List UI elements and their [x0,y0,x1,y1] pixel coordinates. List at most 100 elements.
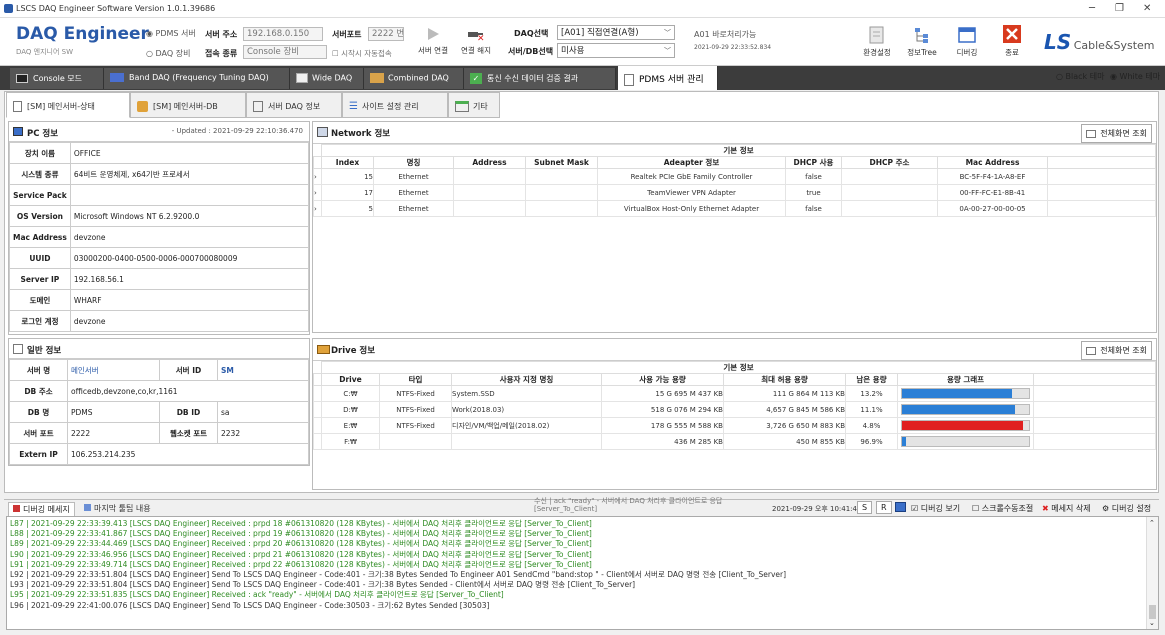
table-cell: false [785,200,842,217]
s-button[interactable]: S [857,501,873,514]
tab-server-daq-info[interactable]: 서버 DAQ 정보 [246,92,342,118]
drive-table: 기본 정보 Drive 타입 사용자 지정 명칭 사용 가능 용량 최대 허용 용량 남은… [313,361,1156,450]
cell-key: 장치 이름 [9,142,71,164]
cell-key: 웹소켓 포트 [159,422,218,444]
table-row[interactable]: › 17 Ethernet TeamViewer VPN Adapter true 00-… [313,184,1156,201]
network-title: Network 정보 [331,129,391,139]
table-row: 서버 포트 2222 웹소켓 포트 2232 [9,422,309,444]
daq-device-label: DAQ 장비 [155,49,191,58]
save-icon[interactable] [895,502,906,512]
table-row[interactable]: F:₩ 436 M 285 KB 450 M 855 KB 96.9% [313,433,1156,450]
cell-value: sa [217,401,309,423]
cell-filler [1033,401,1156,418]
env-settings-button[interactable]: 환경설정 [858,26,896,58]
server-port-input[interactable]: 2222 번 [368,27,404,41]
tab-wide-daq[interactable]: Wide DAQ [290,68,364,89]
tab-label: Wide DAQ [312,73,353,83]
black-theme-radio[interactable]: ○ Black 테마 [1056,72,1104,81]
minimize-button[interactable]: ─ [1089,3,1095,14]
column-header: 사용자 지정 명칭 [451,373,602,386]
maximize-button[interactable]: ❐ [1115,3,1124,14]
exit-button[interactable]: 종료 [995,24,1029,58]
server-db-dropdown[interactable]: 미사용 ﹀ [557,43,675,58]
log-line: L90 | 2021-09-29 22:33:46.956 [LSCS DAQ … [10,549,592,559]
tab-etc[interactable]: 기타 [448,92,500,118]
auto-connect-checkbox[interactable]: ☐ 시작시 자동접속 [332,48,392,59]
tab-sm-main-status[interactable]: [SM] 메인서버-상태 [6,92,130,118]
table-cell: 518 G 076 M 294 KB [601,401,724,418]
table-cell: Work(2018.03) [451,401,602,418]
scroll-down-icon[interactable]: ⌄ [1149,619,1155,627]
general-info-title: 일반 정보 [27,346,62,356]
log-line: L91 | 2021-09-29 22:33:49.714 [LSCS DAQ … [10,559,592,569]
tab-combined-daq[interactable]: Combined DAQ [364,68,464,89]
tab-site-settings[interactable]: ☰ 사이트 설정 관리 [342,92,448,118]
daq-device-radio[interactable]: ○ DAQ 장비 [146,48,190,59]
tab-sm-main-db[interactable]: [SM] 메인서버-DB [130,92,246,118]
table-cell [525,184,598,201]
app-icon [4,4,13,13]
tab-pdms-server[interactable]: PDMS 서버 관리 [618,66,718,90]
debug-view-checkbox[interactable]: ☑ 디버깅 보기 [911,503,960,514]
row-selector[interactable]: › [313,184,322,201]
tab-band-daq[interactable]: Band DAQ (Frequency Tuning DAQ) [104,68,290,89]
message-delete-button[interactable]: ✖ 메세지 삭제 [1042,503,1091,514]
drive-fullscreen-button[interactable]: 전체화면 조회 [1081,341,1152,360]
scroll-thumb[interactable] [1149,605,1156,619]
conn-type-select[interactable]: Console 장비 [243,45,327,59]
row-selector[interactable] [313,401,322,418]
drive-header: Drive 정보 전체화면 조회 [313,339,1156,361]
column-filler [1033,373,1156,386]
tab-label: Band DAQ (Frequency Tuning DAQ) [129,73,269,82]
settings-doc-icon [869,26,884,44]
table-row[interactable]: E:₩ NTFS-Fixed 디자인/VM/백업/메일(2018.02) 178 G … [313,417,1156,434]
debug-button[interactable]: 디버깅 [950,26,984,58]
table-cell: E:₩ [321,417,380,434]
white-theme-radio[interactable]: ◉ White 테마 [1110,72,1160,81]
row-selector[interactable] [313,385,322,402]
server-addr-input[interactable]: 192.168.0.150 [243,27,323,41]
server-connect-label: 서버 연결 [418,46,448,55]
table-cell [453,200,526,217]
cell-key: 서버 포트 [9,422,68,444]
scroll-manual-checkbox[interactable]: ☐ 스크롤수동조절 [972,503,1033,514]
row-selector[interactable]: › [313,168,322,185]
table-row: Service Pack [9,184,310,206]
check-icon: ✓ [470,73,482,84]
log-lines: L87 | 2021-09-29 22:33:39.413 [LSCS DAQ … [10,519,1140,611]
table-row[interactable]: › 5 Ethernet VirtualBox Host-Only Ethernet … [313,200,1156,217]
close-window-button[interactable]: ✕ [1143,3,1151,14]
r-button[interactable]: R [876,501,892,514]
cell-value: 2232 [217,422,309,444]
row-selector[interactable]: › [313,200,322,217]
table-cell: 4,657 G 845 M 586 KB [723,401,846,418]
svg-text:✕: ✕ [477,34,485,42]
table-cell [379,433,452,450]
table-row[interactable]: C:₩ NTFS-Fixed System.SSD 15 G 695 M 437 KB… [313,385,1156,402]
table-cell: NTFS-Fixed [379,417,452,434]
server-connect-button[interactable]: 서버 연결 [416,26,450,56]
disconnect-button[interactable]: ✕ 연결 해지 [458,26,494,56]
tab-verification[interactable]: ✓ 통신 수신 데이터 검증 결과 [464,68,616,89]
debug-time: 2021-09-29 오후 10:41:44 [772,505,862,513]
pdms-server-radio[interactable]: ◉ PDMS 서버 [146,28,196,39]
info-tree-button[interactable]: 정보Tree [902,26,942,58]
tab-console-mode[interactable]: Console 모드 [10,68,104,89]
usage-bar-fill [902,437,906,446]
cell-value: 03000200-0400-0500-0006-000700080009 [69,247,310,269]
debug-settings-button[interactable]: ⚙ 디버깅 설정 [1102,503,1151,514]
row-selector[interactable] [313,433,322,450]
tab-last-tooltip[interactable]: 마지막 툴팁 내용 [84,503,151,514]
log-scrollbar[interactable]: ⌃ ⌄ [1146,517,1158,629]
tab-debug-messages[interactable]: 디버깅 메세지 [8,502,75,517]
ribbon-toolbar: DAQ Engineer DAQ 엔지니어 SW ◉ PDMS 서버 ○ DAQ… [0,18,1165,66]
table-row[interactable]: › 15 Ethernet Realtek PCIe GbE Family Contr… [313,168,1156,185]
table-row[interactable]: D:₩ NTFS-Fixed Work(2018.03) 518 G 076 M 29… [313,401,1156,418]
cell-key: 로그인 계정 [9,310,71,332]
daq-select-dropdown[interactable]: [A01] 직접연결(A형) ﹀ [557,25,675,40]
network-fullscreen-button[interactable]: 전체화면 조회 [1081,124,1152,143]
row-selector[interactable] [313,417,322,434]
scroll-up-icon[interactable]: ⌃ [1149,519,1155,527]
usage-graph-cell [897,433,1034,450]
debug-log[interactable]: L87 | 2021-09-29 22:33:39.413 [LSCS DAQ … [6,516,1159,630]
